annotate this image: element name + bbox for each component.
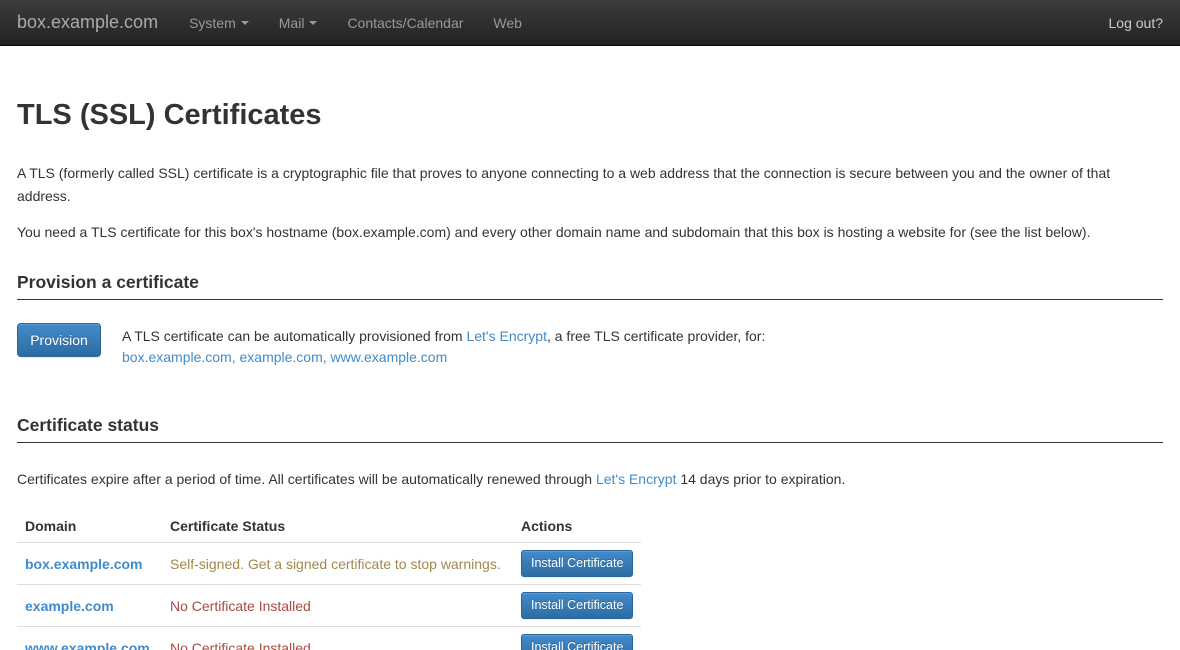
logout-link[interactable]: Log out? <box>1109 15 1164 31</box>
navbar-item-label: Mail <box>279 15 305 31</box>
caret-down-icon <box>241 21 249 25</box>
actions-cell: Install Certificate <box>513 585 641 627</box>
lets-encrypt-link[interactable]: Let's Encrypt <box>466 328 547 344</box>
domain-link[interactable]: www.example.com <box>25 640 150 650</box>
status-cell: Self-signed. Get a signed certificate to… <box>162 543 513 585</box>
provision-section: Provision A TLS certificate can be autom… <box>17 323 1163 368</box>
install-certificate-button[interactable]: Install Certificate <box>521 634 633 650</box>
domain-cell: example.com <box>17 585 162 627</box>
provision-domain-link[interactable]: www.example.com <box>331 349 448 365</box>
page-title: TLS (SSL) Certificates <box>17 99 1163 132</box>
provision-text-before: A TLS certificate can be automatically p… <box>122 328 466 344</box>
certificate-status-text: No Certificate Installed <box>170 598 311 614</box>
provision-domain-link[interactable]: box.example.com <box>122 349 232 365</box>
table-row: box.example.com Self-signed. Get a signed… <box>17 543 641 585</box>
navbar-item-label: Contacts/Calendar <box>347 15 463 31</box>
intro-paragraph-2: You need a TLS certificate for this box'… <box>17 221 1163 244</box>
certificate-status-heading: Certificate status <box>17 415 1163 443</box>
provision-domain-list: box.example.com, example.com, www.exampl… <box>122 347 765 368</box>
provision-section-heading: Provision a certificate <box>17 272 1163 300</box>
table-column-header: Domain <box>17 510 162 543</box>
table-row: example.com No Certificate Installed Insta… <box>17 585 641 627</box>
provision-description: A TLS certificate can be automatically p… <box>122 323 765 368</box>
table-row: www.example.com No Certificate Installed I… <box>17 627 641 650</box>
domain-cell: www.example.com <box>17 627 162 650</box>
install-certificate-button[interactable]: Install Certificate <box>521 592 633 619</box>
actions-cell: Install Certificate <box>513 627 641 650</box>
status-note-before: Certificates expire after a period of ti… <box>17 471 596 487</box>
navbar-menu: System Mail Contacts/Calendar Web <box>174 0 537 46</box>
provision-button[interactable]: Provision <box>17 323 101 357</box>
caret-down-icon <box>309 21 317 25</box>
navbar-brand[interactable]: box.example.com <box>17 12 158 33</box>
domain-link[interactable]: example.com <box>25 598 114 614</box>
table-column-header: Actions <box>513 510 641 543</box>
table-column-header: Certificate Status <box>162 510 513 543</box>
navbar-item-web[interactable]: Web <box>478 0 537 46</box>
navbar-item-label: Web <box>493 15 522 31</box>
navbar: box.example.com System Mail Contacts/Calen… <box>0 0 1180 46</box>
lets-encrypt-link[interactable]: Let's Encrypt <box>596 471 677 487</box>
tls-page: TLS (SSL) Certificates A TLS (formerly c… <box>0 99 1180 650</box>
install-certificate-button[interactable]: Install Certificate <box>521 550 633 577</box>
provision-text-after: , a free TLS certificate provider, for: <box>547 328 765 344</box>
navbar-item-label: System <box>189 15 236 31</box>
status-note-after: 14 days prior to expiration. <box>676 471 845 487</box>
status-cell: No Certificate Installed <box>162 627 513 650</box>
navbar-item-mail[interactable]: Mail <box>264 0 333 46</box>
certificate-status-note: Certificates expire after a period of ti… <box>17 469 1163 489</box>
navbar-item-contacts-calendar[interactable]: Contacts/Calendar <box>332 0 478 46</box>
provision-domain-link[interactable]: example.com <box>240 349 323 365</box>
certificate-status-text: No Certificate Installed <box>170 640 311 650</box>
certificate-table: DomainCertificate StatusActions box.exam… <box>17 510 641 650</box>
intro-paragraph-1: A TLS (formerly called SSL) certificate … <box>17 162 1163 208</box>
navbar-item-system[interactable]: System <box>174 0 264 46</box>
status-cell: No Certificate Installed <box>162 585 513 627</box>
actions-cell: Install Certificate <box>513 543 641 585</box>
certificate-table-header-row: DomainCertificate StatusActions <box>17 510 641 543</box>
certificate-status-text: Self-signed. Get a signed certificate to… <box>170 556 501 572</box>
domain-link[interactable]: box.example.com <box>25 556 143 572</box>
domain-cell: box.example.com <box>17 543 162 585</box>
certificate-table-body: box.example.com Self-signed. Get a signed… <box>17 543 641 650</box>
